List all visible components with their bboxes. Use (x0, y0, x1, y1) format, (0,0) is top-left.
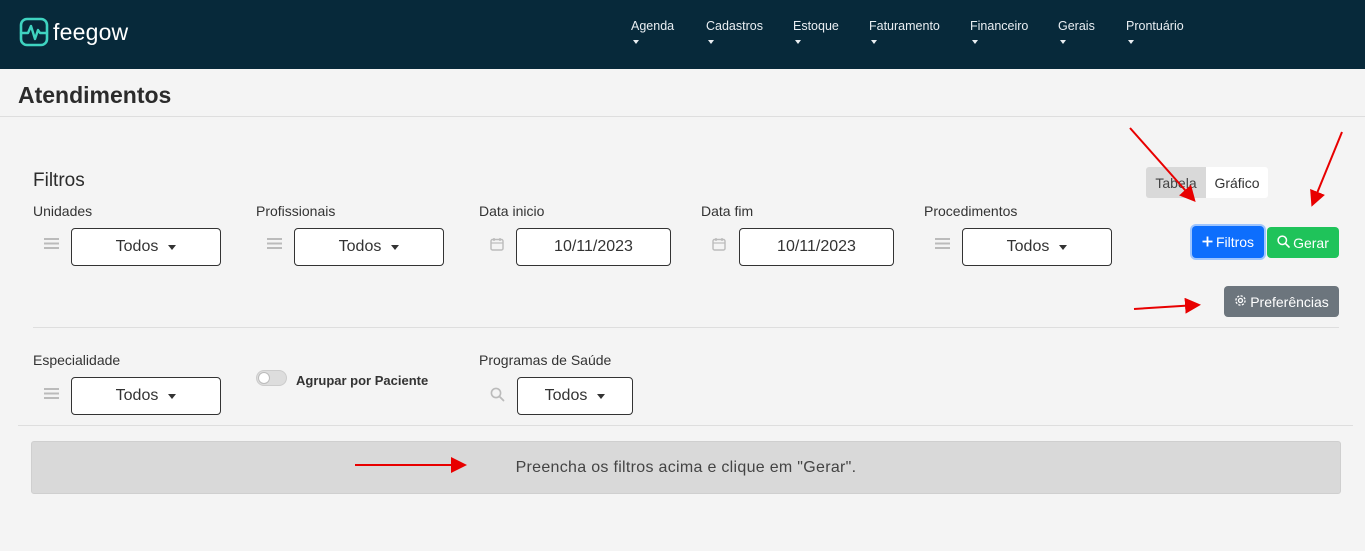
programas-saude-label: Programas de Saúde (479, 352, 612, 368)
preferences-label: Preferências (1250, 293, 1329, 310)
profissionais-label: Profissionais (256, 203, 336, 219)
chevron-down-icon (1128, 40, 1134, 44)
chevron-down-icon (633, 40, 639, 44)
annotation-arrow-gerar (1310, 131, 1343, 207)
preferences-button[interactable]: Preferências (1224, 286, 1339, 317)
chevron-down-icon (972, 40, 978, 44)
calendar-icon (712, 237, 726, 256)
list-icon (44, 387, 59, 405)
list-icon (267, 237, 282, 255)
caret-down-icon (168, 393, 177, 399)
nav-faturamento[interactable]: Faturamento (869, 19, 940, 44)
logo-heartbeat-icon (19, 17, 49, 47)
nav-prontuario-label: Prontuário (1126, 19, 1184, 33)
unidades-value: Todos (115, 238, 159, 255)
nav-financeiro[interactable]: Financeiro (970, 19, 1029, 44)
caret-down-icon (391, 244, 400, 250)
data-inicio-label: Data inicio (479, 203, 545, 219)
generate-button[interactable]: Gerar (1267, 227, 1339, 258)
chevron-down-icon (708, 40, 714, 44)
logo[interactable]: feegow (19, 17, 128, 47)
list-icon (44, 237, 59, 255)
agrupar-por-paciente-toggle[interactable] (256, 370, 287, 386)
gear-icon (1234, 294, 1247, 310)
nav-cadastros-label: Cadastros (706, 19, 763, 33)
nav-faturamento-label: Faturamento (869, 19, 940, 33)
programas-saude-select[interactable]: Todos (517, 377, 633, 415)
data-inicio-value: 10/11/2023 (554, 238, 633, 255)
unidades-select[interactable]: Todos (71, 228, 221, 266)
nav-financeiro-label: Financeiro (970, 19, 1029, 33)
especialidade-value: Todos (115, 387, 159, 404)
header-divider (0, 116, 1365, 117)
toggle-knob (258, 372, 270, 384)
chevron-down-icon (871, 40, 877, 44)
list-icon (935, 237, 950, 255)
search-icon (490, 387, 505, 407)
procedimentos-value: Todos (1006, 238, 1050, 255)
nav-prontuario[interactable]: Prontuário (1126, 19, 1184, 44)
calendar-icon (490, 237, 504, 256)
tab-tabela[interactable]: Tabela (1146, 167, 1206, 198)
programas-saude-value: Todos (544, 387, 588, 404)
nav-gerais[interactable]: Gerais (1058, 19, 1095, 44)
chevron-down-icon (795, 40, 801, 44)
profissionais-value: Todos (338, 238, 382, 255)
chevron-down-icon (1060, 40, 1066, 44)
nav-cadastros[interactable]: Cadastros (706, 19, 763, 44)
add-filters-button[interactable]: Filtros (1192, 226, 1264, 258)
tab-grafico[interactable]: Gráfico (1206, 167, 1268, 198)
data-fim-input[interactable]: 10/11/2023 (739, 228, 894, 266)
content-divider (18, 425, 1353, 426)
especialidade-select[interactable]: Todos (71, 377, 221, 415)
nav-agenda[interactable]: Agenda (631, 19, 675, 44)
nav-estoque[interactable]: Estoque (793, 19, 839, 44)
nav-gerais-label: Gerais (1058, 19, 1095, 33)
empty-state-alert: Preencha os filtros acima e clique em "G… (31, 441, 1341, 494)
page-title: Atendimentos (18, 82, 172, 108)
data-inicio-input[interactable]: 10/11/2023 (516, 228, 671, 266)
unidades-label: Unidades (33, 203, 93, 219)
plus-icon (1202, 234, 1213, 250)
caret-down-icon (1059, 244, 1068, 250)
caret-down-icon (597, 393, 606, 399)
procedimentos-label: Procedimentos (924, 203, 1018, 219)
filters-title: Filtros (33, 170, 85, 191)
nav-estoque-label: Estoque (793, 19, 839, 33)
add-filters-label: Filtros (1215, 234, 1255, 250)
agrupar-por-paciente-label: Agrupar por Paciente (296, 373, 429, 388)
caret-down-icon (168, 244, 177, 250)
filters-divider (33, 327, 1339, 328)
annotation-arrow-preferencias (1133, 297, 1201, 314)
generate-label: Gerar (1293, 234, 1329, 251)
logo-text: feegow (53, 18, 129, 45)
search-icon (1277, 234, 1290, 251)
especialidade-label: Especialidade (33, 352, 121, 368)
profissionais-select[interactable]: Todos (294, 228, 444, 266)
top-navbar: feegow Agenda Cadastros Estoque Faturame… (0, 0, 1365, 69)
empty-state-message: Preencha os filtros acima e clique em "G… (515, 458, 857, 476)
data-fim-value: 10/11/2023 (777, 238, 856, 255)
procedimentos-select[interactable]: Todos (962, 228, 1112, 266)
nav-agenda-label: Agenda (631, 19, 675, 33)
data-fim-label: Data fim (701, 203, 754, 219)
